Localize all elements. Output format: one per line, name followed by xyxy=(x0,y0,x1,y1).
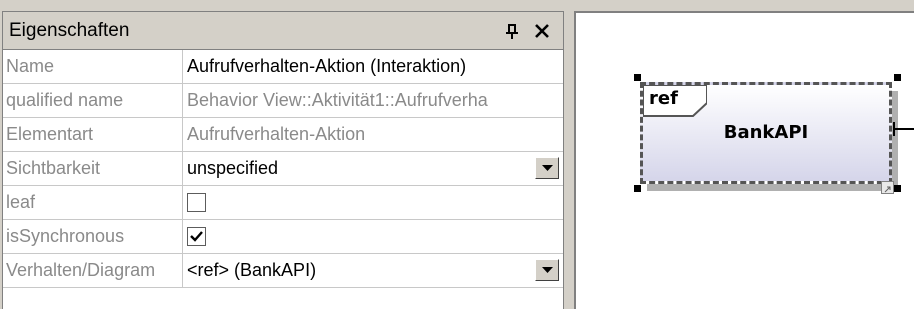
fragment-name: BankAPI xyxy=(723,122,809,143)
qualified-name-value: Behavior View::Aktivität1::Aufrufverha xyxy=(187,90,488,110)
diagram-canvas[interactable]: ref BankAPI xyxy=(574,11,914,309)
selection-handle-top-right[interactable] xyxy=(894,74,901,81)
property-key: Sichtbarkeit xyxy=(3,152,183,185)
dropdown-button[interactable] xyxy=(535,259,559,281)
selection-handle-bottom-right[interactable] xyxy=(894,185,901,192)
property-row-name: Name Aufrufverhalten-Aktion (Interaktion… xyxy=(3,50,563,84)
pin-icon[interactable] xyxy=(501,20,523,42)
leaf-checkbox[interactable] xyxy=(187,193,206,212)
property-row-issynchronous: isSynchronous xyxy=(3,220,563,254)
property-key: qualified name xyxy=(3,84,183,117)
panel-splitter[interactable] xyxy=(564,11,574,309)
resize-grip-icon[interactable] xyxy=(881,181,894,194)
property-key: leaf xyxy=(3,186,183,219)
leaf-value xyxy=(183,186,563,219)
property-row-leaf: leaf xyxy=(3,186,563,220)
interaction-use-fragment[interactable]: ref BankAPI xyxy=(640,82,892,184)
property-key: isSynchronous xyxy=(3,220,183,253)
panel-header: Eigenschaften xyxy=(3,12,563,50)
property-row-elementart: Elementart Aufrufverhalten-Aktion xyxy=(3,118,563,152)
verhalten-value: <ref> (BankAPI) xyxy=(187,260,317,280)
checkmark-icon xyxy=(190,231,203,242)
verhalten-select[interactable]: <ref> (BankAPI) xyxy=(183,254,563,287)
elementart-value: Aufrufverhalten-Aktion xyxy=(187,124,366,144)
chevron-down-icon xyxy=(541,266,553,273)
selection-handle-top-left[interactable] xyxy=(634,74,641,81)
properties-panel: Eigenschaften Name Aufrufverhalten-Aktio… xyxy=(2,11,564,309)
issynchronous-value xyxy=(183,220,563,253)
sichtbarkeit-value: unspecified xyxy=(187,158,279,178)
dropdown-button[interactable] xyxy=(535,157,559,179)
selection-handle-bottom-left[interactable] xyxy=(634,185,641,192)
property-row-sichtbarkeit: Sichtbarkeit unspecified xyxy=(3,152,563,186)
ref-label: ref xyxy=(649,88,678,109)
chevron-down-icon xyxy=(541,164,553,171)
property-key: Elementart xyxy=(3,118,183,151)
sichtbarkeit-select[interactable]: unspecified xyxy=(183,152,563,185)
name-field[interactable]: Aufrufverhalten-Aktion (Interaktion) xyxy=(183,50,563,83)
property-table: Name Aufrufverhalten-Aktion (Interaktion… xyxy=(3,50,563,288)
close-icon[interactable] xyxy=(531,20,553,42)
property-key: Verhalten/Diagram xyxy=(3,254,183,287)
issynchronous-checkbox[interactable] xyxy=(187,227,206,246)
panel-title: Eigenschaften xyxy=(9,19,130,41)
property-key: Name xyxy=(3,50,183,83)
connector-line[interactable] xyxy=(894,128,914,130)
property-row-verhalten: Verhalten/Diagram <ref> (BankAPI) xyxy=(3,254,563,288)
property-row-qualified-name: qualified name Behavior View::Aktivität1… xyxy=(3,84,563,118)
